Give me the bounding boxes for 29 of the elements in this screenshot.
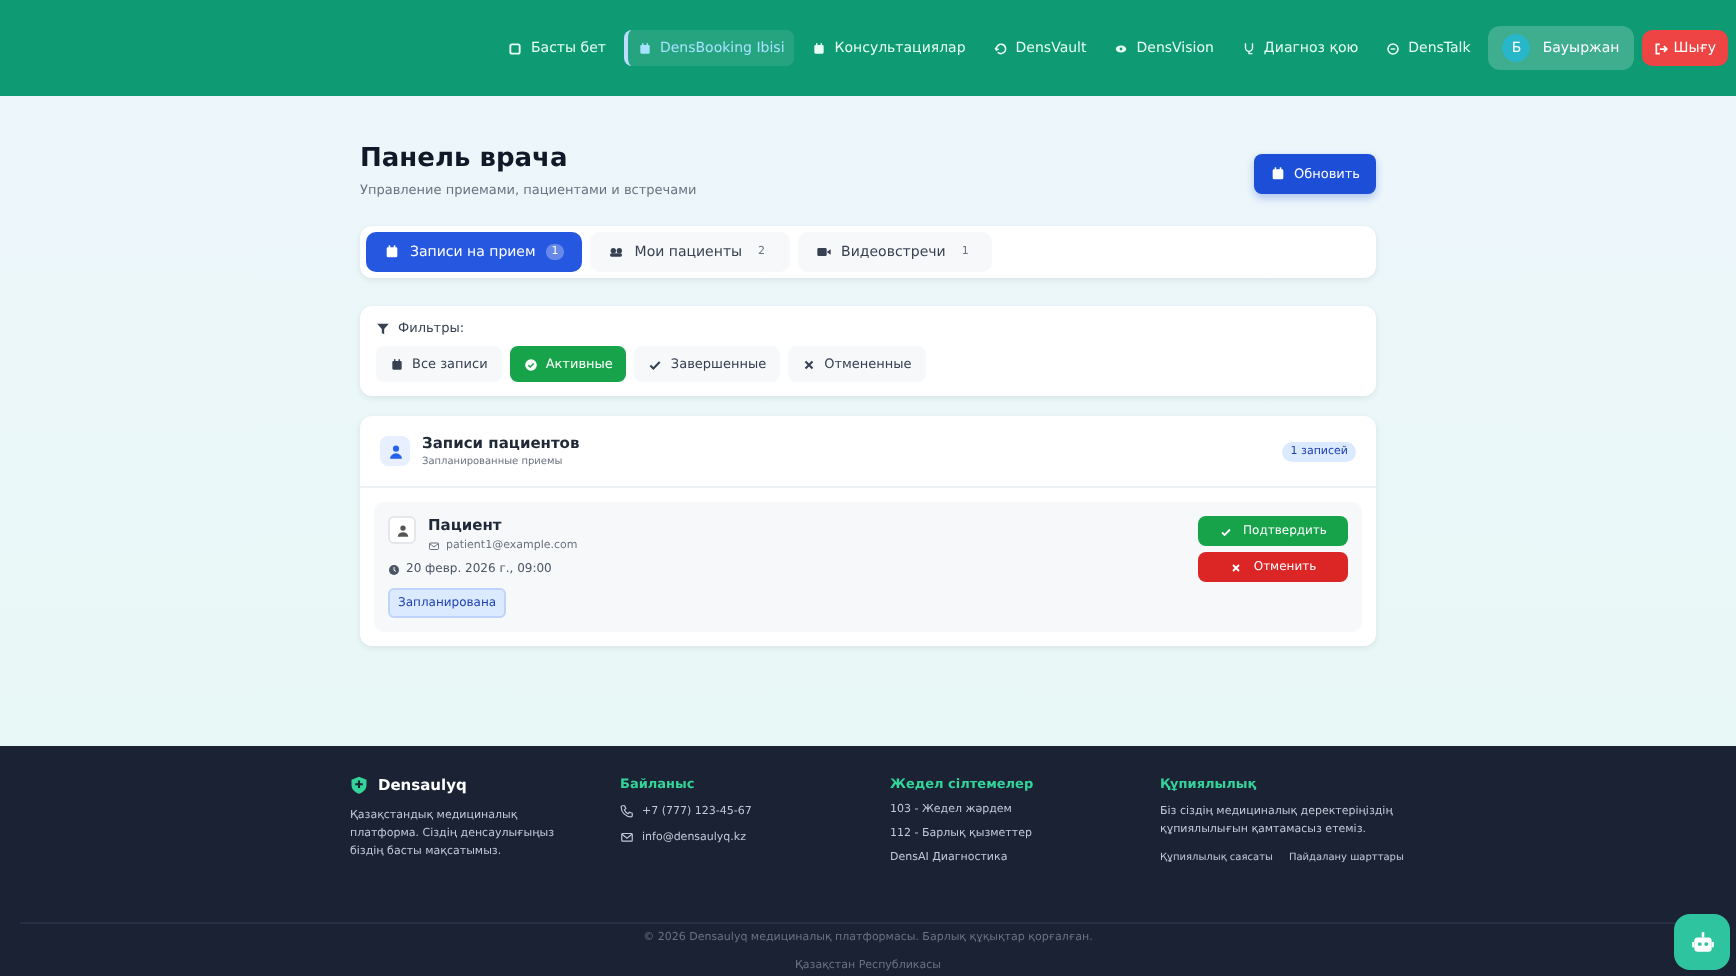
page-title: Панель врача xyxy=(360,144,570,174)
square-icon xyxy=(508,41,523,55)
robot-icon xyxy=(1689,929,1715,955)
phone-icon xyxy=(620,804,634,818)
person-icon xyxy=(388,516,416,544)
calendar-icon xyxy=(1269,166,1286,182)
calendar-icon xyxy=(390,357,404,371)
person-icon xyxy=(380,436,410,466)
filter-icon xyxy=(376,321,390,335)
users-icon xyxy=(608,244,625,260)
check-icon xyxy=(648,357,663,371)
mail-icon xyxy=(428,540,440,552)
chatbot-button[interactable] xyxy=(1674,914,1730,970)
check-circle-icon xyxy=(523,357,538,371)
shield-icon xyxy=(350,776,368,794)
logout-icon xyxy=(1653,41,1668,55)
check-icon xyxy=(1219,525,1232,537)
eye-icon xyxy=(1114,41,1129,55)
calendar-icon xyxy=(812,41,827,55)
stethoscope-icon xyxy=(1241,41,1256,55)
clock-icon xyxy=(388,563,400,575)
close-icon xyxy=(802,357,817,371)
calendar-icon xyxy=(637,41,652,55)
mail-icon xyxy=(620,830,634,844)
calendar-icon xyxy=(384,244,400,260)
close-icon xyxy=(1229,561,1242,573)
video-camera-icon xyxy=(815,244,832,260)
history-icon xyxy=(993,41,1008,55)
chat-icon xyxy=(1386,41,1401,55)
